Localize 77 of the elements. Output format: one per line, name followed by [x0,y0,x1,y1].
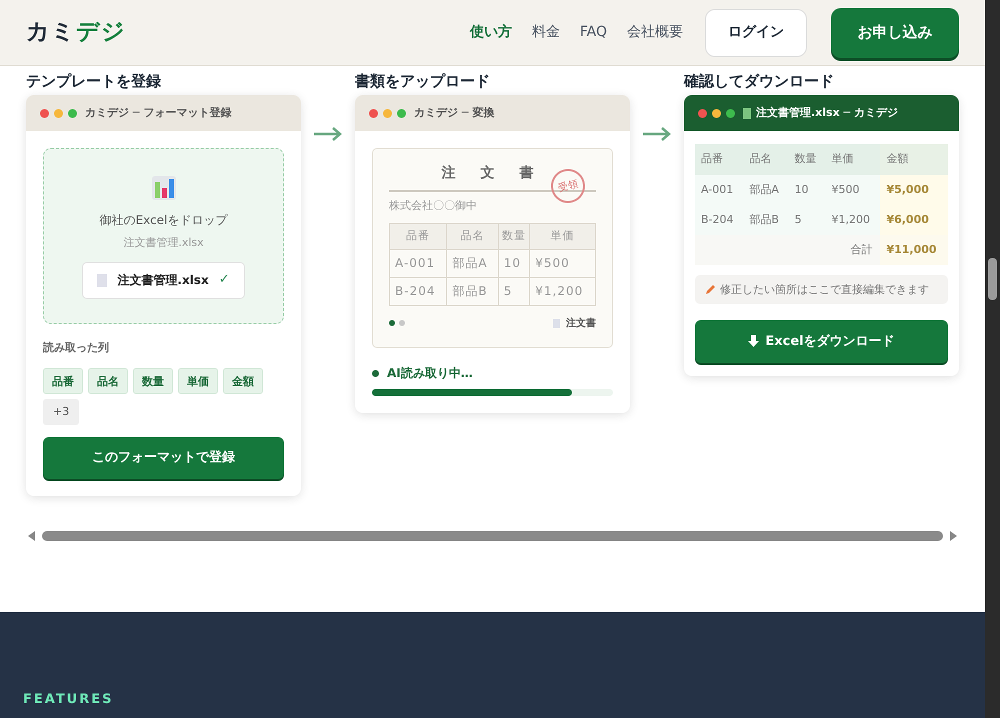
company-name: 株式会社〇〇御中 [389,198,478,214]
vertical-scrollbar[interactable] [985,0,1000,718]
window-title: 注文書管理.xlsx ─ カミデジ [756,104,898,121]
note-text: 修正したい箇所はここで直接編集できます [720,282,929,298]
spreadsheet-icon [743,108,751,118]
document-icon [553,318,560,328]
table-cell: B-204 [390,277,447,305]
status-text: AI読み取り中… [387,365,473,382]
table-cell: ¥1,200 [826,205,880,235]
table-cell: ¥6,000 [880,205,948,235]
column-tag: 単価 [178,368,218,394]
nav-link[interactable]: 料金 [532,22,560,43]
pencil-icon [705,284,716,295]
spreadsheet-table[interactable]: 品番 品名 数量 単価 金額 A-001 部品A 10 ¥500 ¥5,000 B-204 部品B 5 ¥1,200 ¥6,000 合計 ¥11,000 [695,144,948,265]
download-button[interactable]: Excelをダウンロード [695,320,948,363]
column-tag: 金額 [223,368,263,394]
step-heading: 書類をアップロード [355,71,491,92]
table-cell: 部品A [743,175,789,205]
more-tag: +3 [43,398,80,424]
window-controls-icon [369,108,406,118]
drop-hint: 注文書管理.xlsx [123,235,204,251]
document-icon [97,274,108,286]
table-cell: ¥1,200 [530,277,596,305]
drop-zone[interactable]: 御社のExcelをドロップ 注文書管理.xlsx 注文書管理.xlsx ✓ [43,148,284,324]
table-cell: 10 [788,175,826,205]
column-header: 数量 [498,223,530,249]
table-cell: 10 [498,249,530,277]
column-header: 品番 [695,144,744,175]
table-cell: A-001 [390,249,447,277]
table-cell: 5 [788,205,826,235]
section-label: 読み取った列 [43,340,110,356]
table-cell: 部品A [446,249,498,277]
table-cell: ¥500 [530,249,596,277]
window-controls-icon [698,108,735,118]
window-title: カミデジ ─ フォーマット登録 [85,104,232,121]
column-header: 金額 [880,144,948,175]
download-icon [748,335,760,348]
step-heading: テンプレートを登録 [26,71,162,92]
nav-link[interactable]: 使い方 [470,22,512,43]
file-name: 注文書管理.xlsx [117,272,209,289]
bar-chart-icon [150,175,176,201]
total-value: ¥11,000 [880,235,948,265]
column-header: 品名 [446,223,498,249]
window-controls-icon [40,108,77,118]
step-heading: 確認してダウンロード [684,71,835,92]
apply-button[interactable]: お申し込み [831,8,959,58]
column-header: 数量 [788,144,826,175]
column-tag: 数量 [133,368,173,394]
table-cell: 部品B [743,205,789,235]
scroll-left-icon[interactable] [26,530,36,542]
total-label: 合計 [695,235,880,265]
table-cell: B-204 [695,205,744,235]
check-icon: ✓ [218,270,230,290]
column-tag: 品番 [43,368,83,394]
arrow-icon [642,126,672,142]
column-header: 単価 [530,223,596,249]
table-cell: ¥5,000 [880,175,948,205]
column-header: 品名 [743,144,789,175]
column-tag: 品名 [88,368,128,394]
table-cell: 5 [498,277,530,305]
drop-text: 御社のExcelをドロップ [100,212,228,229]
section-label: FEATURES [23,692,114,707]
login-button[interactable]: ログイン [705,8,807,56]
nav-link[interactable]: 会社概要 [627,22,683,43]
table-cell: A-001 [695,175,744,205]
arrow-icon [313,126,343,142]
logo[interactable]: カミ デジ [26,15,126,50]
column-header: 単価 [826,144,880,175]
column-header: 品番 [390,223,447,249]
nav-link[interactable]: FAQ [580,22,607,43]
table-cell: 部品B [446,277,498,305]
horizontal-scrollbar[interactable] [42,531,943,541]
document-label: 注文書 [566,316,596,330]
scroll-right-icon[interactable] [949,530,959,542]
window-title: カミデジ ─ 変換 [414,104,494,121]
register-button[interactable]: このフォーマットで登録 [43,436,284,478]
table-cell: ¥500 [826,175,880,205]
